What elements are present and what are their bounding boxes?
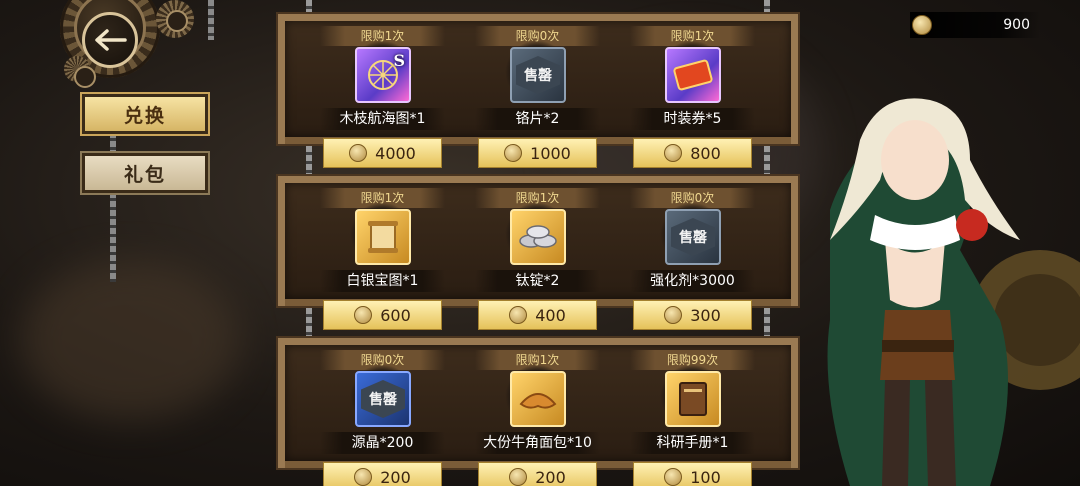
buy-price-button[interactable]: 4000 (323, 138, 442, 168)
back-button[interactable] (82, 12, 138, 68)
chain-decoration (110, 192, 116, 282)
map-s-icon[interactable]: S (355, 47, 411, 103)
medal-coin-icon (912, 15, 932, 35)
shop-item[interactable]: 限购1次 大份牛角面包*10 200 (475, 344, 600, 486)
sold-out-badge[interactable]: 售罄 (665, 209, 721, 265)
shop-item[interactable]: 限购0次 售罄 源晶*200 200 (320, 344, 445, 486)
buy-price-button[interactable]: 1000 (478, 138, 597, 168)
chain-decoration (208, 0, 214, 40)
item-name: 木枝航海图*1 (320, 108, 445, 130)
chain-decoration (764, 308, 770, 340)
sold-out-badge: 售罄 (516, 56, 560, 94)
item-name: 铬片*2 (475, 108, 600, 130)
item-name: 大份牛角面包*10 (475, 432, 600, 454)
shop-item[interactable]: 限购99次 科研手册*1 100 (630, 344, 755, 486)
shop-item[interactable]: 限购0次 售罄 强化剂*3000 300 (630, 182, 755, 332)
medal-coin-icon (354, 306, 373, 324)
item-name: 科研手册*1 (630, 432, 755, 454)
price-value: 400 (535, 305, 566, 325)
item-name: 时装券*5 (630, 108, 755, 130)
buy-price-button[interactable]: 300 (633, 300, 752, 330)
price-value: 800 (690, 143, 721, 163)
character-illustration (827, 98, 1080, 486)
price-value: 200 (380, 467, 411, 486)
buy-price-button[interactable]: 600 (323, 300, 442, 330)
shop-item[interactable]: 限购1次 S 木枝航海图*1 4000 (320, 20, 445, 170)
buy-price-button[interactable]: 200 (478, 462, 597, 486)
ticket-icon[interactable] (665, 47, 721, 103)
rarity-letter: S (393, 51, 405, 70)
background-blur (20, 260, 240, 420)
price-value: 1000 (530, 143, 571, 163)
medal-coin-icon (509, 468, 528, 486)
buy-price-button[interactable]: 100 (633, 462, 752, 486)
sold-out-badge: 售罄 (361, 380, 405, 418)
sold-out-badge[interactable]: 售罄 (510, 47, 566, 103)
shop-item[interactable]: 限购1次 白银宝图*1 600 (320, 182, 445, 332)
sold-out-badge[interactable]: 售罄 (355, 371, 411, 427)
medal-coin-icon (349, 144, 368, 162)
medal-coin-icon (664, 306, 683, 324)
tab-exchange[interactable]: 兑换 (82, 94, 208, 134)
price-value: 200 (535, 467, 566, 486)
buy-price-button[interactable]: 400 (478, 300, 597, 330)
tab-gift-pack[interactable]: 礼包 (82, 153, 208, 193)
chain-decoration (306, 146, 312, 178)
currency-amount: 900 (1003, 17, 1030, 33)
price-value: 100 (690, 467, 721, 486)
ingot-icon[interactable] (510, 209, 566, 265)
price-value: 4000 (375, 143, 416, 163)
buy-price-button[interactable]: 200 (323, 462, 442, 486)
medal-coin-icon (354, 468, 373, 486)
medal-coin-icon (664, 144, 683, 162)
item-name: 白银宝图*1 (320, 270, 445, 292)
scroll-icon[interactable] (355, 209, 411, 265)
arrow-left-icon (95, 29, 127, 51)
small-gear-decoration (156, 0, 194, 38)
chain-decoration (306, 308, 312, 340)
item-name: 钛锭*2 (475, 270, 600, 292)
sold-out-badge: 售罄 (671, 218, 715, 256)
item-name: 强化剂*3000 (630, 270, 755, 292)
price-value: 300 (690, 305, 721, 325)
chain-decoration (110, 132, 116, 152)
currency-display: 900 (910, 12, 1040, 38)
medal-coin-icon (504, 144, 523, 162)
small-gear-decoration (64, 56, 96, 88)
shop-item[interactable]: 限购1次 时装券*5 800 (630, 20, 755, 170)
item-name: 源晶*200 (320, 432, 445, 454)
book-icon[interactable] (665, 371, 721, 427)
medal-coin-icon (509, 306, 528, 324)
croissant-icon[interactable] (510, 371, 566, 427)
price-value: 600 (380, 305, 411, 325)
medal-coin-icon (664, 468, 683, 486)
chain-decoration (764, 146, 770, 178)
buy-price-button[interactable]: 800 (633, 138, 752, 168)
shop-item[interactable]: 限购0次 售罄 铬片*2 1000 (475, 20, 600, 170)
shop-item[interactable]: 限购1次 钛锭*2 400 (475, 182, 600, 332)
